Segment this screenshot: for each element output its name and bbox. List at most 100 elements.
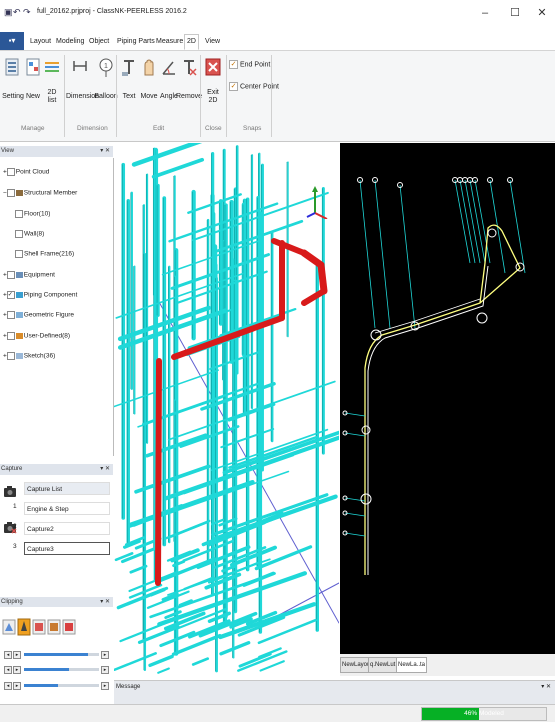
clip-plane-icon[interactable]: [47, 620, 58, 634]
exit-2d-label: Exit 2D: [207, 89, 219, 104]
tree-item-structural-member[interactable]: − Structural Member: [3, 189, 77, 197]
dimension-label: Dimension: [66, 93, 100, 100]
tree-item-geometric-figure[interactable]: + Geometric Figure: [3, 311, 74, 319]
clip-z-slider[interactable]: ◂ ▸ ▸: [4, 681, 110, 690]
checkbox[interactable]: [15, 210, 23, 218]
ribbon-tab-row: ▪▾ Layout Modeling Object Piping Parts M…: [0, 32, 555, 51]
clip-x-slider[interactable]: ◂ ▸ ▸: [4, 650, 110, 659]
clip-section-icon[interactable]: [32, 620, 43, 634]
undo-icon[interactable]: ↶: [13, 7, 21, 18]
restore-icon[interactable]: ☐: [506, 5, 524, 21]
leader-line: [344, 412, 366, 417]
clip-reset-icon[interactable]: [62, 620, 73, 634]
slider-track[interactable]: [24, 684, 99, 687]
snaps-group-label: Snaps: [243, 125, 262, 132]
capture-list-header: Capture List: [24, 482, 110, 495]
capture-row[interactable]: Capture2: [24, 522, 110, 535]
leader-line: [359, 179, 376, 329]
slider-right-icon[interactable]: ▸: [13, 682, 21, 690]
capture-row-selected[interactable]: Capture3: [24, 542, 110, 555]
slider-left-icon[interactable]: ◂: [4, 666, 12, 674]
exit-2d-icon: [204, 57, 222, 79]
tab-measure[interactable]: Measure: [156, 35, 183, 49]
clipping-panel: ◂ ▸ ▸ ◂ ▸ ▸ ◂ ▸ ▸: [0, 607, 113, 702]
checkbox[interactable]: [6, 168, 15, 176]
slider-end-icon[interactable]: ▸: [101, 666, 109, 674]
checkbox-checked[interactable]: ✓: [6, 291, 15, 299]
tree-item-sketch[interactable]: + Sketch(36): [3, 352, 55, 360]
close-group-label: Close: [205, 125, 222, 132]
checkbox-checked-icon: ✓: [229, 60, 238, 69]
tab-object[interactable]: Object: [89, 35, 109, 49]
clip-y-slider[interactable]: ◂ ▸ ▸: [4, 665, 110, 674]
close-icon[interactable]: ✕: [533, 5, 551, 21]
manage-group-label: Manage: [21, 125, 45, 132]
checkbox[interactable]: [6, 352, 15, 360]
file-menu-button[interactable]: ▪▾: [0, 32, 24, 50]
checkbox[interactable]: [6, 271, 15, 279]
sketch-icon: [15, 353, 23, 359]
pipe-route: [364, 224, 521, 575]
2d-drawing-viewport[interactable]: [340, 143, 555, 654]
pin-close-icon[interactable]: ▾ ✕: [100, 464, 110, 475]
dimension-group-label: Dimension: [77, 125, 108, 132]
pin-close-icon[interactable]: ▾ ✕: [100, 146, 110, 157]
checkbox[interactable]: [15, 230, 23, 238]
layout-tab[interactable]: q.NewLut: [368, 657, 398, 673]
tree-item-piping-component[interactable]: +✓ Piping Component: [3, 291, 77, 299]
clip-box-icon[interactable]: [3, 620, 14, 634]
redo-icon[interactable]: ↷: [23, 7, 31, 18]
checkbox[interactable]: [15, 250, 23, 258]
structure-icon: [15, 190, 23, 196]
status-bar: 46% Modeled: [0, 704, 555, 722]
exit-2d-button[interactable]: Exit 2D: [200, 57, 226, 105]
view-panel-title: View: [1, 148, 14, 154]
pipe-segment: [157, 667, 170, 674]
2d-list-button[interactable]: 2D list: [39, 57, 65, 105]
tree-item-wall[interactable]: Wall(8): [15, 230, 44, 238]
slider-left-icon[interactable]: ◂: [4, 651, 12, 659]
2d-piping-drawing[interactable]: [340, 143, 555, 654]
tree-item-shell-frame[interactable]: Shell Frame(216): [15, 250, 74, 258]
camera-icon[interactable]: [3, 484, 17, 498]
slider-end-icon[interactable]: ▸: [101, 682, 109, 690]
center-point-label: Center Point: [240, 83, 279, 91]
tree-item-equipment[interactable]: + Equipment: [3, 271, 55, 279]
tab-piping-parts[interactable]: Piping Parts: [117, 35, 155, 49]
checkbox[interactable]: [6, 189, 15, 197]
piping-icon: [15, 292, 23, 298]
slider-right-icon[interactable]: ▸: [13, 651, 21, 659]
minimize-icon[interactable]: –: [476, 5, 494, 21]
slider-fill: [24, 668, 69, 671]
capture-row-number: 3: [13, 543, 17, 550]
leader-line: [344, 497, 366, 502]
clip-pen-icon[interactable]: [17, 619, 28, 635]
remove-button[interactable]: Remove: [176, 57, 202, 101]
slider-track[interactable]: [24, 653, 99, 656]
capture-row[interactable]: Engine & Step: [24, 502, 110, 515]
tab-modeling[interactable]: Modeling: [56, 35, 84, 49]
checkbox[interactable]: [6, 311, 15, 319]
highlight-pipe: [271, 238, 307, 256]
slider-right-icon[interactable]: ▸: [13, 666, 21, 674]
pin-close-icon[interactable]: ▾ ✕: [541, 683, 551, 690]
slider-end-icon[interactable]: ▸: [101, 651, 109, 659]
tab-layout[interactable]: Layout: [30, 35, 51, 49]
fitting-symbol: [361, 425, 371, 435]
slider-track[interactable]: [24, 668, 99, 671]
capture-panel-header: Capture ▾ ✕: [0, 464, 113, 475]
tree-item-floor[interactable]: Floor(10): [15, 210, 50, 218]
message-bar: Message ▾ ✕: [114, 680, 555, 705]
end-point-checkbox[interactable]: ✓ End Point: [229, 60, 270, 69]
3d-piping-model[interactable]: [114, 143, 339, 676]
layout-tab-active[interactable]: NewLa..ta: [396, 657, 428, 673]
dimension-button[interactable]: Dimension: [66, 57, 100, 101]
slider-left-icon[interactable]: ◂: [4, 682, 12, 690]
2d-list-label: 2D list: [47, 89, 57, 104]
tree-item-user-defined[interactable]: + User-Defined(8): [3, 332, 70, 340]
tab-2d[interactable]: 2D: [184, 34, 199, 50]
tab-view[interactable]: View: [205, 35, 220, 49]
checkbox[interactable]: [6, 332, 15, 340]
3d-viewport[interactable]: [114, 143, 339, 676]
tree-item-point-cloud[interactable]: + Point Cloud: [3, 168, 49, 176]
